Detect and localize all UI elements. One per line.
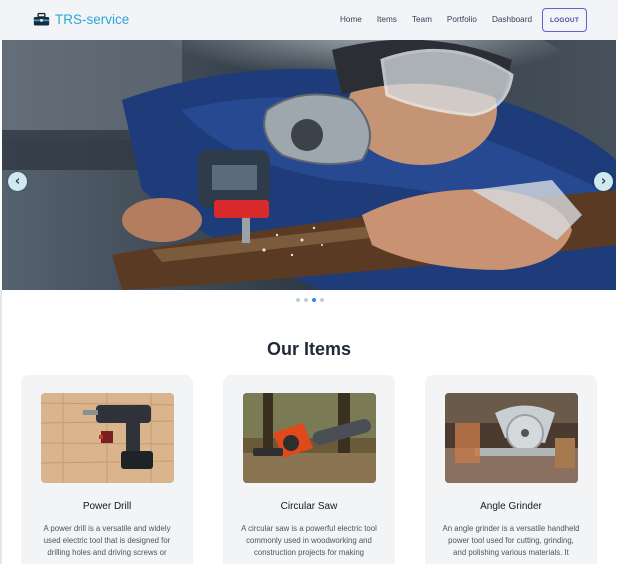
brand-name: TRS-service	[55, 12, 130, 27]
nav-team[interactable]: Team	[412, 15, 432, 24]
nav-items[interactable]: Items	[377, 15, 397, 24]
chevron-right-icon: ›	[600, 174, 607, 189]
carousel-next-button[interactable]: ›	[594, 172, 613, 191]
item-card-circular-saw[interactable]: Circular Saw A circular saw is a powerfu…	[223, 375, 395, 564]
brand[interactable]: TRS-service	[33, 11, 129, 28]
main-nav: Home Items Team Portfolio Dashboard	[340, 15, 547, 24]
hero-slide-image	[2, 40, 616, 290]
carousel-dot-1[interactable]	[296, 298, 300, 302]
item-description: A circular saw is a powerful electric to…	[241, 524, 377, 558]
logout-button[interactable]: LOGOUT	[542, 8, 587, 32]
carousel-prev-button[interactable]: ‹	[8, 172, 27, 191]
section-title: Our Items	[266, 339, 352, 359]
item-image-power-drill	[41, 393, 174, 483]
item-image-circular-saw	[243, 393, 376, 483]
item-title: Power Drill	[82, 501, 132, 512]
item-description: A power drill is a versatile and widely …	[43, 524, 171, 558]
nav-home[interactable]: Home	[340, 15, 362, 24]
toolbox-icon	[33, 12, 50, 26]
nav-dashboard[interactable]: Dashboard	[492, 15, 532, 24]
nav-portfolio[interactable]: Portfolio	[447, 15, 477, 24]
item-card-angle-grinder[interactable]: Angle Grinder An angle grinder is a vers…	[425, 375, 597, 564]
carousel-dot-4[interactable]	[320, 298, 324, 302]
page-left-border	[0, 290, 2, 564]
carousel-indicators	[296, 298, 324, 302]
item-description: An angle grinder is a versatile handheld…	[442, 524, 580, 558]
item-image-angle-grinder	[445, 393, 578, 483]
chevron-left-icon: ‹	[14, 174, 21, 189]
item-title: Angle Grinder	[480, 501, 542, 512]
hero-carousel	[2, 40, 616, 290]
top-navbar: TRS-service Home Items Team Portfolio Da…	[0, 0, 618, 40]
item-card-power-drill[interactable]: Power Drill A power drill is a versatile…	[21, 375, 193, 564]
carousel-dot-3-active[interactable]	[312, 298, 316, 302]
carousel-dot-2[interactable]	[304, 298, 308, 302]
item-title: Circular Saw	[280, 501, 338, 512]
